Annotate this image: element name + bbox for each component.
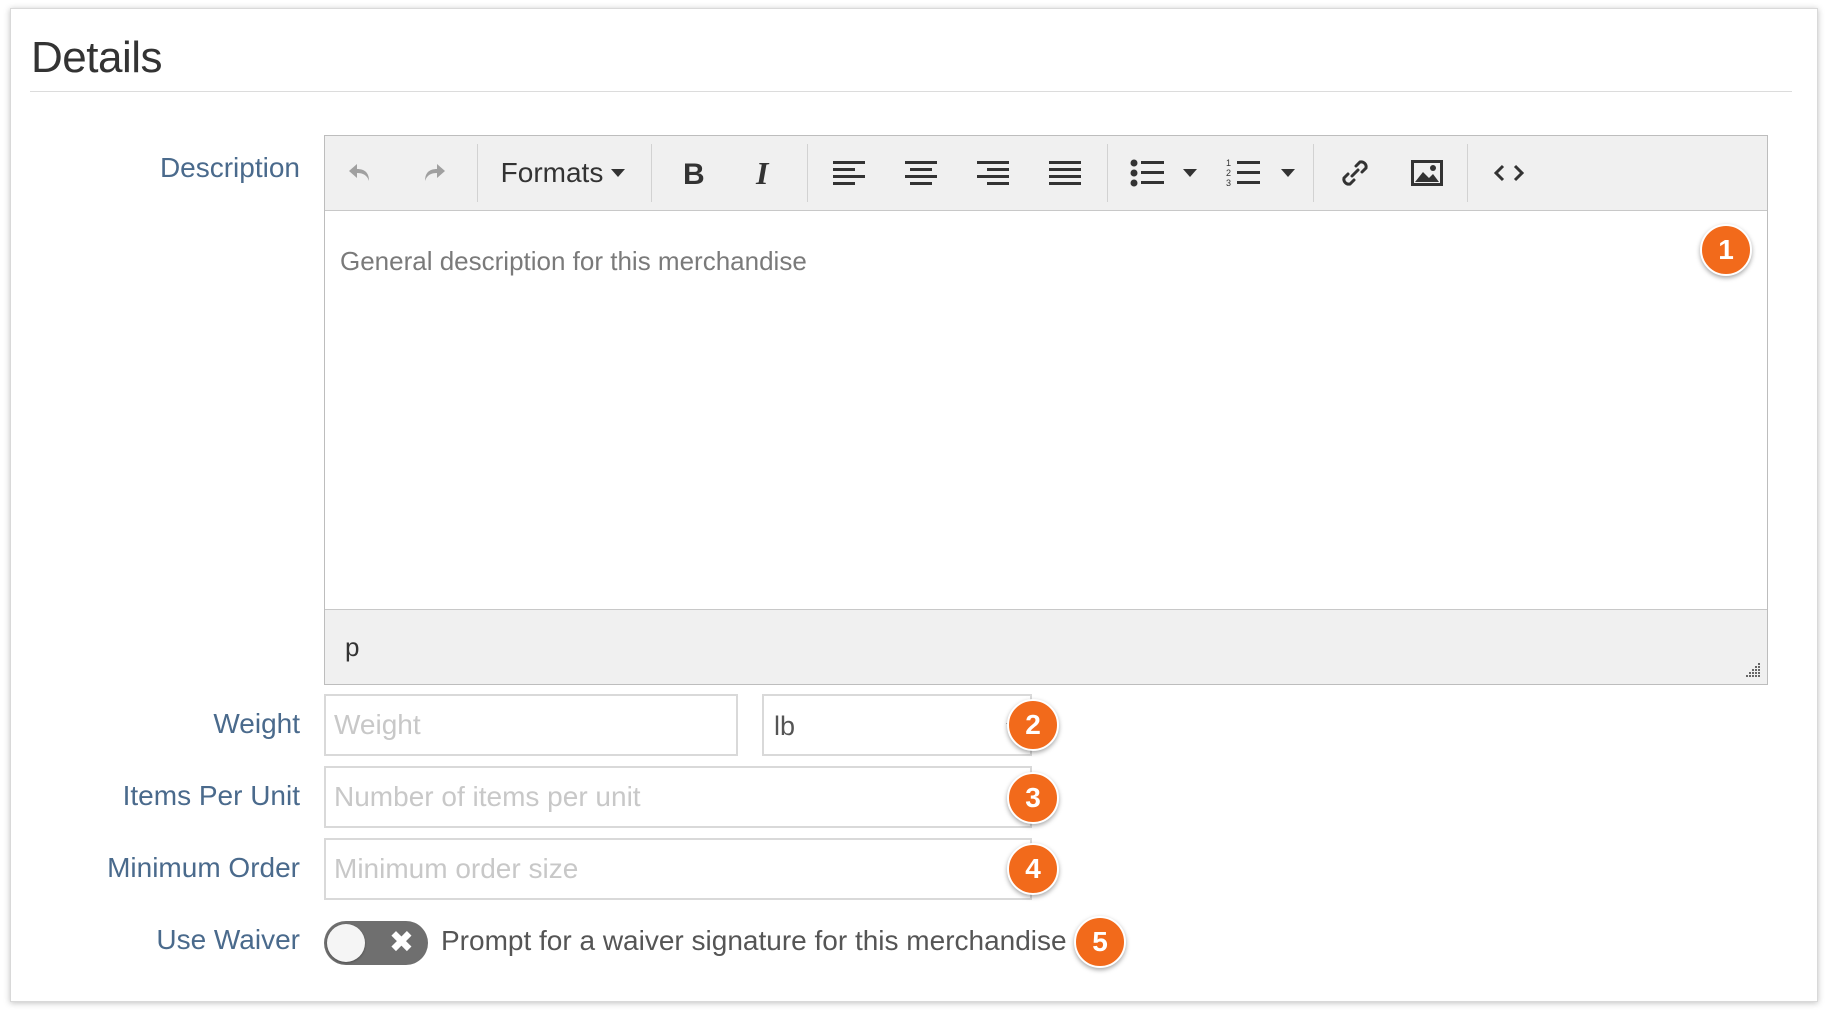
use-waiver-label: Use Waiver [156, 924, 300, 955]
description-label: Description [159, 152, 300, 183]
align-justify-icon [1049, 161, 1081, 185]
use-waiver-description: Prompt for a waiver signature for this m… [441, 925, 1067, 956]
callout-badge-4: 4 [1007, 843, 1059, 895]
align-center-icon [905, 161, 937, 185]
bullet-list-icon [1130, 159, 1164, 187]
close-icon: ✖ [388, 926, 414, 959]
source-code-button[interactable] [1481, 146, 1537, 200]
rich-text-editor: Formats B I 1 2 3 General description fo… [324, 135, 1768, 685]
toolbar-separator [651, 144, 652, 202]
undo-icon [349, 164, 369, 181]
section-title: Details [31, 33, 163, 82]
callout-badge-3: 3 [1007, 772, 1059, 824]
weight-label: Weight [213, 708, 300, 739]
numbered-list-dropdown[interactable] [1273, 146, 1303, 200]
link-icon [1342, 160, 1368, 186]
callout-badge-1: 1 [1700, 224, 1752, 276]
bold-button[interactable]: B [665, 146, 721, 200]
callout-badge-2: 2 [1007, 699, 1059, 751]
items-per-unit-input[interactable] [324, 766, 1032, 828]
weight-unit-value: lb [774, 711, 796, 741]
formats-label: Formats [500, 157, 604, 188]
weight-unit-select[interactable]: lb [762, 694, 1032, 756]
toolbar-separator [477, 144, 478, 202]
redo-icon [425, 164, 445, 181]
align-left-icon [833, 161, 865, 185]
chevron-down-icon [1281, 169, 1295, 177]
editor-placeholder: General description for this merchandise [340, 246, 807, 276]
svg-text:3: 3 [1226, 178, 1231, 188]
editor-content-area[interactable]: General description for this merchandise [325, 211, 1767, 611]
italic-button[interactable]: I [737, 146, 793, 200]
bullet-list-button[interactable] [1119, 146, 1175, 200]
toolbar-separator [807, 144, 808, 202]
italic-icon: I [755, 159, 770, 187]
editor-statusbar: p [325, 609, 1767, 684]
svg-text:I: I [755, 159, 770, 187]
insert-link-button[interactable] [1327, 146, 1383, 200]
toolbar-separator [1313, 144, 1314, 202]
toolbar-separator [1107, 144, 1108, 202]
justify-button[interactable] [1037, 146, 1093, 200]
callout-badge-5: 5 [1074, 916, 1126, 968]
numbered-list-button[interactable]: 1 2 3 [1215, 146, 1271, 200]
title-divider [30, 91, 1792, 92]
bold-icon: B [683, 159, 704, 187]
svg-text:1: 1 [1226, 158, 1231, 168]
image-icon [1411, 160, 1443, 186]
code-icon [1494, 164, 1524, 182]
weight-input[interactable] [324, 694, 738, 756]
align-center-button[interactable] [893, 146, 949, 200]
minimum-order-label: Minimum Order [107, 852, 300, 883]
insert-image-button[interactable] [1399, 146, 1455, 200]
chevron-down-icon [611, 169, 626, 177]
minimum-order-input[interactable] [324, 838, 1032, 900]
align-right-icon [977, 161, 1009, 185]
toggle-knob [327, 924, 365, 962]
formats-dropdown[interactable]: Formats [493, 146, 633, 200]
resize-handle-icon[interactable] [1745, 662, 1761, 678]
undo-button[interactable] [335, 146, 385, 200]
align-left-button[interactable] [821, 146, 877, 200]
element-path[interactable]: p [345, 632, 359, 663]
use-waiver-toggle[interactable]: ✖ [324, 921, 428, 965]
redo-button[interactable] [409, 146, 459, 200]
svg-text:B: B [683, 159, 704, 187]
numbered-list-icon: 1 2 3 [1226, 158, 1260, 188]
bullet-list-dropdown[interactable] [1175, 146, 1205, 200]
editor-toolbar: Formats B I 1 2 3 [325, 136, 1767, 211]
chevron-down-icon [1183, 169, 1197, 177]
items-per-unit-label: Items Per Unit [122, 780, 300, 811]
toolbar-separator [1467, 144, 1468, 202]
align-right-button[interactable] [965, 146, 1021, 200]
svg-text:2: 2 [1226, 168, 1231, 178]
